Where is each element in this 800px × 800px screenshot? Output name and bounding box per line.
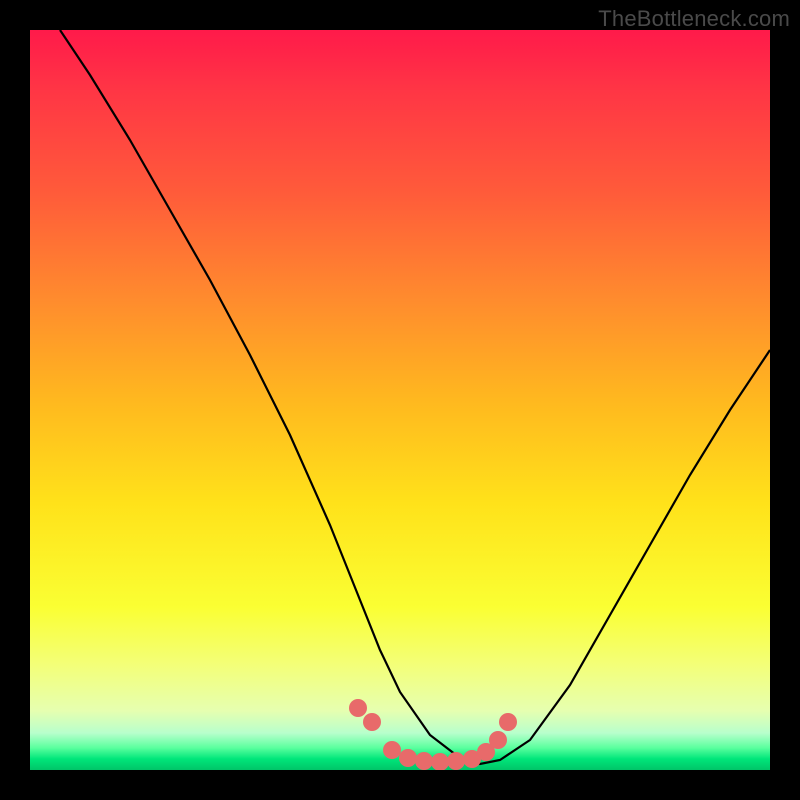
curve-marker [399, 749, 417, 767]
watermark-text: TheBottleneck.com [598, 6, 790, 32]
curve-marker [383, 741, 401, 759]
chart-plot-area [30, 30, 770, 770]
curve-markers-group [349, 699, 517, 770]
curve-marker [363, 713, 381, 731]
curve-marker [415, 752, 433, 770]
curve-marker [489, 731, 507, 749]
curve-marker [349, 699, 367, 717]
bottleneck-curve-path [60, 30, 770, 764]
chart-svg [30, 30, 770, 770]
curve-marker [447, 752, 465, 770]
curve-marker [431, 753, 449, 770]
curve-marker [499, 713, 517, 731]
